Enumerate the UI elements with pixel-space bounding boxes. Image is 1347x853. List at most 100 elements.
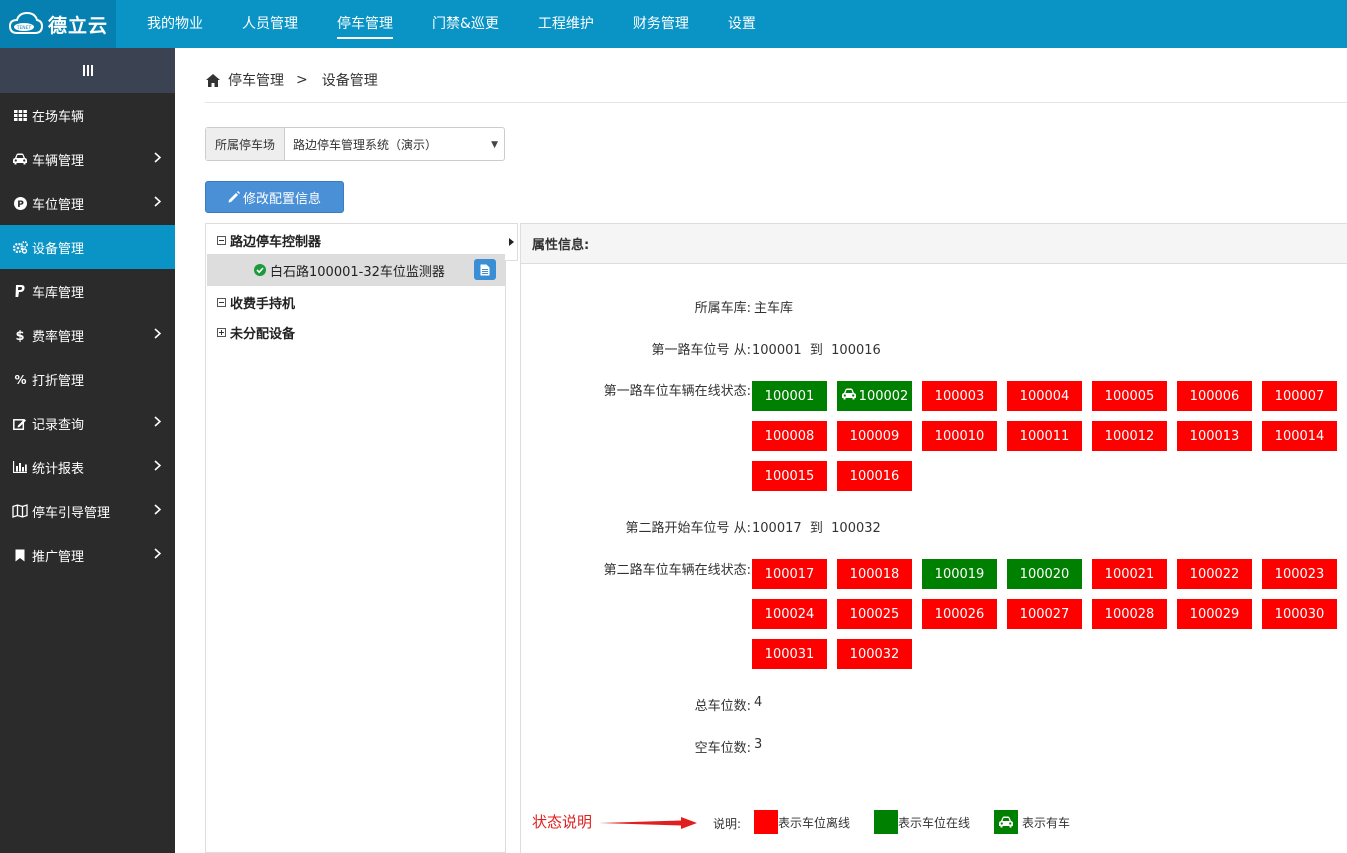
chevron-right-icon: [154, 196, 162, 211]
device-detail-button[interactable]: [474, 259, 496, 280]
legend-occupied: 表示有车: [994, 810, 1070, 834]
sidebar-item-label: 停车引导管理: [32, 505, 111, 521]
topnav-item[interactable]: 设置: [728, 0, 756, 48]
parking-spot[interactable]: 100017: [752, 559, 827, 589]
parking-spot[interactable]: 100024: [752, 599, 827, 629]
svg-text:$: $: [15, 329, 24, 342]
sidebar-item[interactable]: 推广管理: [0, 533, 175, 577]
tree-node-unassigned[interactable]: 未分配设备: [217, 323, 295, 342]
parking-spot[interactable]: 100027: [1007, 599, 1082, 629]
collapse-icon[interactable]: [217, 236, 226, 245]
tree-node-selected-device[interactable]: 白石路100001-32车位监测器: [207, 254, 505, 286]
sidebar-item-label: 统计报表: [32, 461, 85, 477]
app-logo[interactable]: TENET 德立云: [0, 0, 116, 48]
sidebar-item[interactable]: 车库管理: [0, 269, 175, 313]
parking-spot[interactable]: 100011: [1007, 421, 1082, 451]
parking-spot-id: 100022: [1189, 566, 1240, 582]
parking-spot[interactable]: 100001: [752, 381, 827, 411]
parking-spot[interactable]: 100012: [1092, 421, 1167, 451]
parking-spot[interactable]: 100021: [1092, 559, 1167, 589]
topnav-item[interactable]: 财务管理: [633, 0, 689, 48]
parking-spot[interactable]: 100029: [1177, 599, 1252, 629]
panel-splitter-toggle[interactable]: [505, 223, 518, 261]
edit-icon: [12, 416, 28, 430]
expand-icon[interactable]: [217, 328, 226, 337]
parking-spot[interactable]: 100023: [1262, 559, 1337, 589]
parking-spot[interactable]: 100006: [1177, 381, 1252, 411]
sidebar-item[interactable]: 车辆管理: [0, 137, 175, 181]
topnav-item[interactable]: 人员管理: [242, 0, 298, 48]
sidebar-item-label: 车辆管理: [32, 153, 85, 169]
parking-spot[interactable]: 100032: [837, 639, 912, 669]
parking-spot[interactable]: 100005: [1092, 381, 1167, 411]
parking-spot[interactable]: 100004: [1007, 381, 1082, 411]
tree-node-label: 收费手持机: [230, 297, 296, 312]
topnav-item[interactable]: 停车管理: [337, 0, 393, 48]
parking-spot[interactable]: 100031: [752, 639, 827, 669]
sidebar-item[interactable]: % 打折管理: [0, 357, 175, 401]
total-spots-label: 总车位数:: [694, 699, 751, 714]
divider: [505, 261, 519, 853]
empty-spots-label: 空车位数:: [694, 741, 751, 756]
sidebar-item[interactable]: $ 费率管理: [0, 313, 175, 357]
parking-spot-id: 100004: [1019, 388, 1070, 404]
topnav-item[interactable]: 门禁&巡更: [432, 0, 499, 48]
parking-spot-id: 100014: [1274, 428, 1325, 444]
sidebar-item[interactable]: P 车位管理: [0, 181, 175, 225]
online-swatch: [874, 810, 898, 834]
parking-spot[interactable]: 100003: [922, 381, 997, 411]
tree-node-label: 路边停车控制器: [230, 235, 322, 250]
parking-spot-id: 100008: [764, 428, 815, 444]
parking-spot[interactable]: 100019: [922, 559, 997, 589]
lane1-range-label: 第一路车位号 从:: [651, 343, 751, 358]
parking-spot-id: 100007: [1274, 388, 1325, 404]
parking-spot[interactable]: 100020: [1007, 559, 1082, 589]
parking-spot[interactable]: 100002: [837, 381, 912, 411]
breadcrumb-parent[interactable]: 停车管理: [228, 70, 284, 90]
home-icon[interactable]: [206, 73, 220, 87]
parking-spot[interactable]: 100030: [1262, 599, 1337, 629]
sidebar-item-label: 车库管理: [32, 285, 85, 301]
parking-spot[interactable]: 100008: [752, 421, 827, 451]
sidebar-item-label: 打折管理: [32, 373, 85, 389]
sidebar-item-label: 设备管理: [32, 241, 85, 257]
parking-spot[interactable]: 100009: [837, 421, 912, 451]
parking-spot[interactable]: 100025: [837, 599, 912, 629]
parking-spot[interactable]: 100026: [922, 599, 997, 629]
parking-spot[interactable]: 100007: [1262, 381, 1337, 411]
parking-spot-id: 100025: [849, 606, 900, 622]
parking-spot[interactable]: 100014: [1262, 421, 1337, 451]
lane2-spot-grid: 100017 100018 100019 100020 100021 100022 1000…: [752, 559, 1337, 669]
topnav-item[interactable]: 工程维护: [538, 0, 594, 48]
parking-spot[interactable]: 100018: [837, 559, 912, 589]
tree-node-controller[interactable]: 路边停车控制器: [217, 231, 321, 250]
parking-spot-id: 100018: [849, 566, 900, 582]
tree-node-handheld[interactable]: 收费手持机: [217, 293, 295, 312]
edit-config-button[interactable]: 修改配置信息: [205, 181, 344, 213]
bar-chart-icon: [12, 460, 28, 474]
topnav-item[interactable]: 我的物业: [147, 0, 203, 48]
parking-lot-select[interactable]: 路边停车管理系统（演示） ▼: [285, 128, 504, 160]
parking-spot[interactable]: 100015: [752, 461, 827, 491]
sidebar-item[interactable]: 统计报表: [0, 445, 175, 489]
parking-spot[interactable]: 100010: [922, 421, 997, 451]
chevron-right-icon: [154, 504, 162, 519]
parking-spot-id: 100021: [1104, 566, 1155, 582]
sidebar-item[interactable]: 记录查询: [0, 401, 175, 445]
parking-spot[interactable]: 100013: [1177, 421, 1252, 451]
edit-config-label: 修改配置信息: [242, 191, 321, 207]
parking-spot-id: 100027: [1019, 606, 1070, 622]
sidebar-item[interactable]: 在场车辆: [0, 93, 175, 137]
collapse-bars-icon: [82, 65, 93, 76]
logo-badge: TENET: [16, 25, 32, 31]
parking-spot[interactable]: 100028: [1092, 599, 1167, 629]
sidebar-item[interactable]: 设备管理: [0, 225, 175, 269]
parking-spot[interactable]: 100016: [837, 461, 912, 491]
collapse-icon[interactable]: [217, 298, 226, 307]
parking-spot-id: 100026: [934, 606, 985, 622]
svg-text:%: %: [14, 373, 26, 386]
parking-spot[interactable]: 100022: [1177, 559, 1252, 589]
sidebar-item[interactable]: 停车引导管理: [0, 489, 175, 533]
sidebar-toggle[interactable]: [0, 48, 175, 93]
legend-offline-text: 表示车位离线: [778, 815, 851, 830]
